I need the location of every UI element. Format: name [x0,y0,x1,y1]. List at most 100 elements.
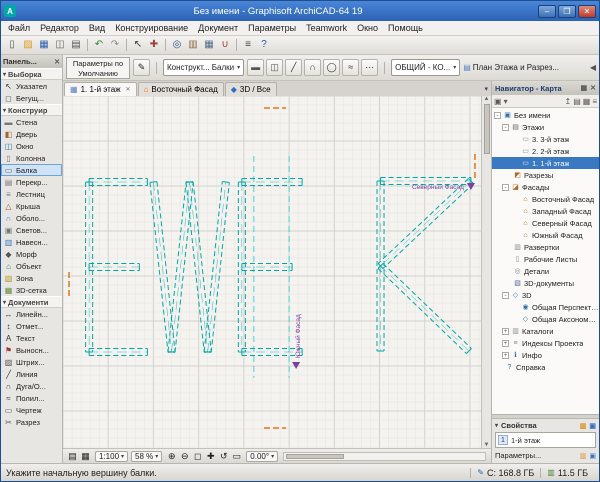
tree-item-1. 1-й этаж[interactable]: ▭1. 1-й этаж [492,157,599,169]
zoom-box-icon[interactable]: ◻ [191,451,204,462]
tree-expander-icon[interactable]: + [502,352,509,359]
scroll-up-icon[interactable]: ▲ [484,96,490,102]
quick-options-icon[interactable]: ▤ [66,451,79,462]
tree-item-Рабочие Листы[interactable]: ▯Рабочие Листы [492,253,599,265]
tree-item-Инфо[interactable]: +ℹИнфо [492,349,599,361]
tree-item-Общая Перспектива[interactable]: ◉Общая Перспектива [492,301,599,313]
vertical-scrollbar[interactable]: ▲ ▼ [481,96,491,448]
toolbox-section-Документи[interactable]: ▾Документи [1,296,62,308]
tab-Восточный Фасад[interactable]: ⌂Восточный Фасад [138,82,224,96]
tree-expander-icon[interactable]: + [502,340,509,347]
nav-settings-icon[interactable]: ≡ [592,97,597,106]
tool-Окно[interactable]: ◫Окно [1,140,62,152]
horizontal-scrollbar[interactable] [283,452,486,461]
tool-Лестниц[interactable]: ≡Лестниц [1,188,62,200]
tool-Стена[interactable]: ▬Стена [1,116,62,128]
toolbox-header[interactable]: Панель... ✕ [1,55,62,68]
project-chooser-icon[interactable]: ▣ [494,97,502,106]
more-options-icon[interactable]: ⋯ [361,59,378,76]
tool-Выносн...[interactable]: ⚑Выносн... [1,344,62,356]
menu-item-Параметры[interactable]: Параметры [243,22,301,34]
tool-context-select[interactable]: Конструкт... Балки ▾ [163,59,244,76]
redo-icon[interactable]: ↷ [107,37,123,53]
tree-item-Детали[interactable]: ◎Детали [492,265,599,277]
close-button[interactable]: ✕ [578,5,596,18]
tree-item-Каталоги[interactable]: +▥Каталоги [492,325,599,337]
list-view-icon[interactable]: ▦ [583,97,591,106]
scale-select[interactable]: 1:100 ▾ [95,451,128,462]
tree-item-Западный Фасад[interactable]: ⌂Западный Фасад [492,205,599,217]
edit-settings-icon[interactable]: ✎ [133,59,150,76]
geometry-line-icon[interactable]: ╱ [285,59,302,76]
up-level-icon[interactable]: ↥ [565,97,572,106]
tab-overflow-button[interactable]: ▾ [484,85,488,93]
tree-expander-icon[interactable]: - [494,112,501,119]
navigator-header[interactable]: Навигатор - Карта ▦✕ [492,81,599,95]
find-select-icon[interactable]: ◎ [169,37,185,53]
tree-expander-icon[interactable]: - [502,292,509,299]
teamwork-share-icon[interactable]: ◫ [52,37,68,53]
new-document-icon[interactable]: ▯ [4,37,20,53]
save-icon[interactable]: ▦ [36,37,52,53]
fit-in-window-icon[interactable]: ▭ [230,451,243,462]
tool-Полил...[interactable]: ≈Полил... [1,392,62,404]
map-view-icon[interactable]: ▤ [573,97,581,106]
menu-item-Файл[interactable]: Файл [3,22,35,34]
tool-Указател[interactable]: ↖Указател [1,80,62,92]
zoom-in-icon[interactable]: ⊕ [165,451,178,462]
current-story-field[interactable]: 1 1-й этаж [495,432,596,448]
menu-item-Редактор[interactable]: Редактор [35,22,84,34]
tool-Оболо...[interactable]: ∩Оболо... [1,212,62,224]
help-icon[interactable]: ? [256,37,272,53]
open-file-icon[interactable]: ▨ [20,37,36,53]
project-chooser-arrow-icon[interactable]: ▾ [504,97,508,106]
tool-Крыша[interactable]: △Крыша [1,200,62,212]
print-icon[interactable]: ▤ [68,37,84,53]
tree-item-Этажи[interactable]: -▤Этажи [492,121,599,133]
zoom-select[interactable]: 58 % ▾ [131,451,162,462]
menu-item-Документ[interactable]: Документ [193,22,243,34]
tree-item-2. 2-й этаж[interactable]: ▭2. 2-й этаж [492,145,599,157]
tree-item-3D-документы[interactable]: ▧3D-документы [492,277,599,289]
tree-expander-icon[interactable]: - [502,124,509,131]
geometry-arc-icon[interactable]: ∩ [304,59,321,76]
tree-item-Южный Фасад[interactable]: ⌂Южный Фасад [492,229,599,241]
tool-Дверь[interactable]: ◧Дверь [1,128,62,140]
beam-profile-icon[interactable]: ◫ [266,59,283,76]
minimize-button[interactable]: – [538,5,556,18]
options-icon[interactable]: ≡ [240,37,256,53]
tool-Перекр...[interactable]: ▤Перекр... [1,176,62,188]
zoom-out-icon[interactable]: ⊖ [178,451,191,462]
toolbox-section-Конструир[interactable]: ▾Конструир [1,104,62,116]
drawing-canvas[interactable]: Северный ФасадЮжный Фасад [63,96,481,448]
tree-item-Индексы Проекта[interactable]: +≡Индексы Проекта [492,337,599,349]
tool-Отмет...[interactable]: ↕Отмет... [1,320,62,332]
geometry-circle-icon[interactable]: ◯ [323,59,340,76]
props-copy-icon[interactable]: ▥ [580,423,587,430]
tree-item-Фасады[interactable]: -◪Фасады [492,181,599,193]
tree-item-3D[interactable]: -◇3D [492,289,599,301]
tab-1. 1-й этаж[interactable]: ▦1. 1-й этаж✕ [64,82,137,96]
pen-sets-icon[interactable]: ▦ [79,451,92,462]
view-settings-label[interactable]: ▤ План Этажа и Разрез... [463,63,559,72]
tree-item-Развертки[interactable]: ▥Развертки [492,241,599,253]
tool-Линейн...[interactable]: ↔Линейн... [1,308,62,320]
pan-icon[interactable]: ✚ [204,451,217,462]
layer-select[interactable]: ОБЩИЙ - КО... ▾ [391,59,460,76]
tree-item-Справка[interactable]: ?Справка [492,361,599,373]
props-settings-icon[interactable]: ▣ [589,423,596,430]
rotation-select[interactable]: 0.00° ▾ [246,451,278,462]
tool-Светов...[interactable]: ▣Светов... [1,224,62,236]
tool-Дуга/О...[interactable]: ∩Дуга/О... [1,380,62,392]
tree-item-Разрезы[interactable]: ◩Разрезы [492,169,599,181]
tool-Чертеж[interactable]: ▭Чертеж [1,404,62,416]
tree-item-Общая Аксонометрия[interactable]: ◇Общая Аксонометрия [492,313,599,325]
menu-item-Вид[interactable]: Вид [84,22,110,34]
tool-Зона[interactable]: ▨Зона [1,272,62,284]
collapse-toolbar-icon[interactable]: ◀ [590,63,596,72]
inject-parameters-icon[interactable]: ✚ [146,37,162,53]
geometry-spline-icon[interactable]: ≈ [342,59,359,76]
vertical-scroll-thumb[interactable] [484,104,490,154]
tab-3D / Все[interactable]: ◆3D / Все [225,82,277,96]
tool-Объект[interactable]: ⌂Объект [1,260,62,272]
